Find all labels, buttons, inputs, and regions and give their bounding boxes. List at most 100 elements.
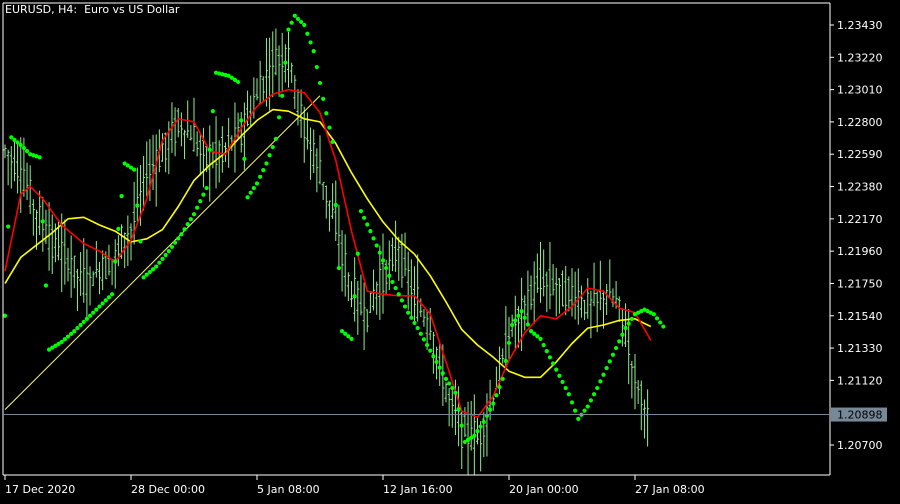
psar-dot [198,199,203,204]
price-bar [79,252,83,296]
price-bar [406,251,410,310]
price-bar [75,268,79,312]
price-bar [101,250,105,291]
psar-dot [182,227,187,232]
psar-dot [157,260,162,265]
price-bar [50,214,54,275]
psar-dot [292,13,297,18]
price-bar [620,308,624,347]
psar-dot [406,310,411,315]
price-bar [331,183,335,220]
psar-dot [333,202,338,208]
y-tick-label: 1.22380 [837,181,883,194]
price-bar [305,112,309,150]
price-bar [116,235,120,267]
psar-dot [195,205,200,210]
price-bar [450,387,454,428]
y-tick-label: 1.20700 [837,439,883,452]
price-bar [264,38,268,107]
psar-dot [658,320,663,325]
price-bar [523,295,527,331]
price-bar [447,387,451,427]
x-tick-label: 27 Jan 08:00 [635,483,705,496]
psar-dot [421,337,427,342]
price-bar [293,75,297,109]
price-bar [98,261,101,295]
price-bar [384,259,388,295]
psar-dot [390,279,395,285]
psar-dot [399,298,404,303]
price-bar [513,295,517,351]
psar-dot [280,93,285,98]
price-bar [633,354,637,410]
y-tick-label: 1.21330 [837,342,883,355]
price-bar [334,180,338,242]
psar-dot [629,316,634,321]
psar-dot [418,331,423,336]
price-bar [346,272,350,302]
price-bar [85,249,89,318]
psar-dot [551,361,556,366]
price-bar [25,162,29,201]
psar-dot [135,203,140,208]
price-bar [9,146,13,189]
psar-dot [365,222,370,227]
price-bar [268,37,272,111]
price-bar [183,129,187,160]
price-bar [239,112,243,153]
psar-dot [472,433,477,438]
psar-dot [207,147,212,152]
price-bar [350,281,353,308]
psar-dot [491,401,496,406]
price-bar [321,181,325,201]
psar-dot [513,318,518,323]
psar-dot [443,376,449,381]
psar-dot [94,307,99,312]
psar-dot [544,349,549,354]
price-bar [343,234,347,297]
psar-dot [330,139,335,145]
psar-dot [563,385,568,391]
psar-dot [573,408,578,413]
price-bar [6,149,10,186]
price-bar [378,245,382,320]
psar-dot [355,251,360,256]
psar-dot [37,155,42,160]
psar-dot [289,20,294,25]
bid-label: 1.20898 [837,409,883,422]
psar-dot [169,244,175,250]
psar-dot [154,264,159,269]
price-bar [41,196,45,252]
psar-dot [409,315,414,320]
psar-dot [447,381,452,386]
y-tick-label: 1.21120 [837,374,883,387]
psar-dot [488,407,493,412]
psar-dot [607,359,612,364]
y-tick-label: 1.22170 [837,213,883,226]
psar-dot [185,222,190,227]
price-bar [340,230,344,292]
psar-dot [402,304,408,309]
price-bar [82,238,86,303]
price-bar [532,261,536,324]
price-bar [583,299,587,321]
psar-dot [396,292,401,297]
price-bar [387,240,391,291]
psar-dot [119,194,124,199]
price-bar [605,284,609,315]
price-bar [403,232,407,277]
psar-dot [661,324,666,329]
psar-dot [81,319,86,325]
psar-dot [569,400,575,405]
price-bar [561,270,565,307]
y-tick-label: 1.23430 [837,19,883,32]
psar-dot [97,304,102,309]
psar-dot [286,27,291,32]
price-bar [296,89,300,126]
price-bar [422,309,426,327]
price-bar [444,382,448,403]
psar-dot [450,385,455,391]
price-bar [312,129,316,174]
psar-dot [18,142,23,148]
price-bar [381,233,385,314]
